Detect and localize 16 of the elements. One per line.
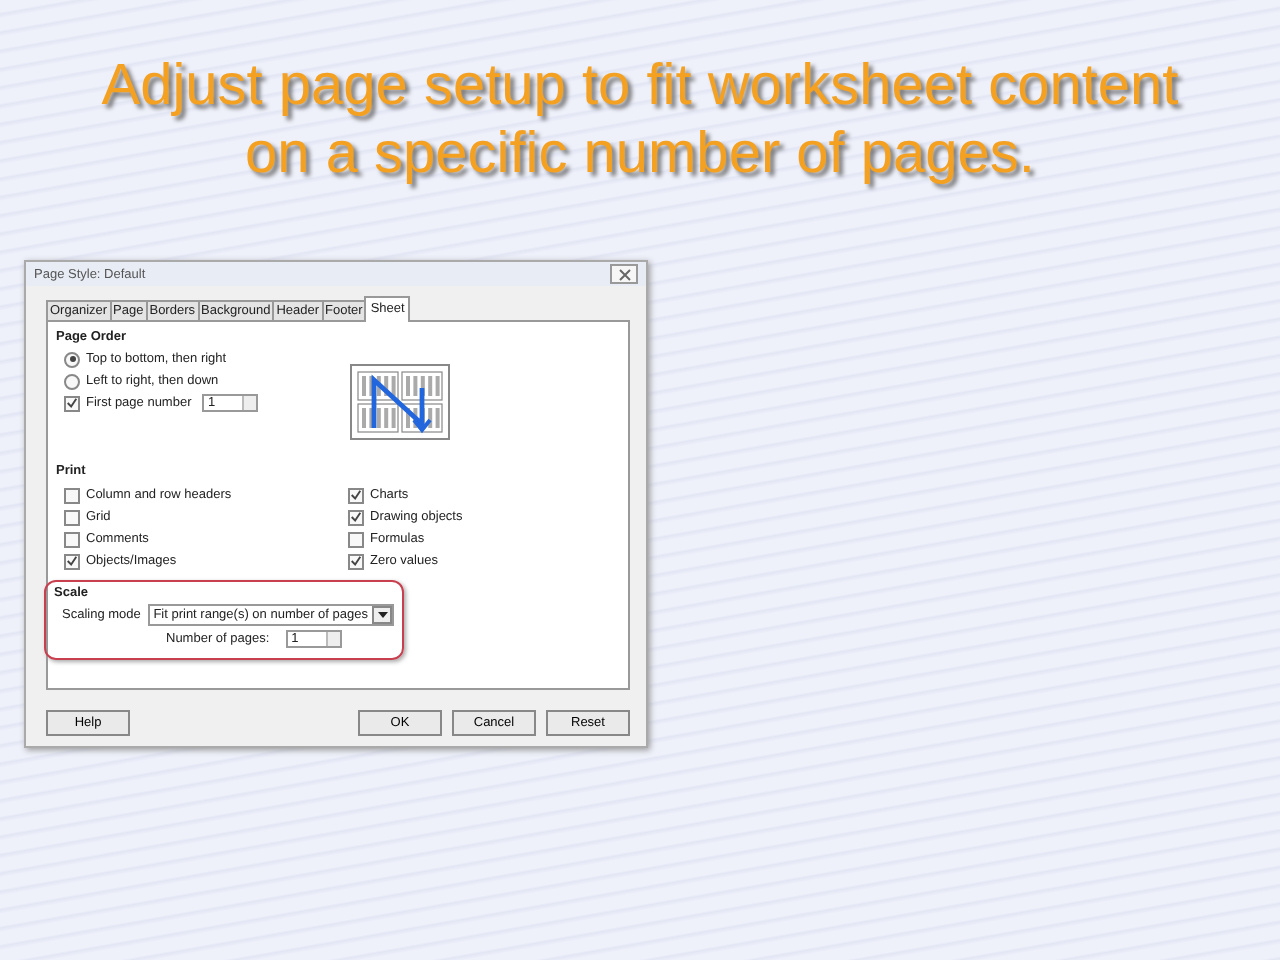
checkbox[interactable] [348, 531, 364, 547]
checkbox[interactable] [348, 509, 364, 525]
radio-button[interactable] [64, 351, 80, 367]
checkbox[interactable] [64, 531, 80, 547]
radio-button[interactable] [64, 373, 80, 389]
close-button[interactable] [610, 264, 638, 284]
checkbox[interactable] [64, 553, 80, 569]
checkbox[interactable] [348, 553, 364, 569]
checkbox[interactable] [64, 395, 80, 411]
checkbox[interactable] [348, 487, 364, 503]
close-icon [615, 267, 633, 281]
checkbox[interactable] [64, 487, 80, 503]
page-order-drawing [350, 364, 450, 440]
caret-icon [377, 612, 387, 618]
slide-title: Adjust page setup to fit worksheet content on a specific number of pages. [99, 52, 1181, 188]
checkbox[interactable] [64, 509, 80, 525]
